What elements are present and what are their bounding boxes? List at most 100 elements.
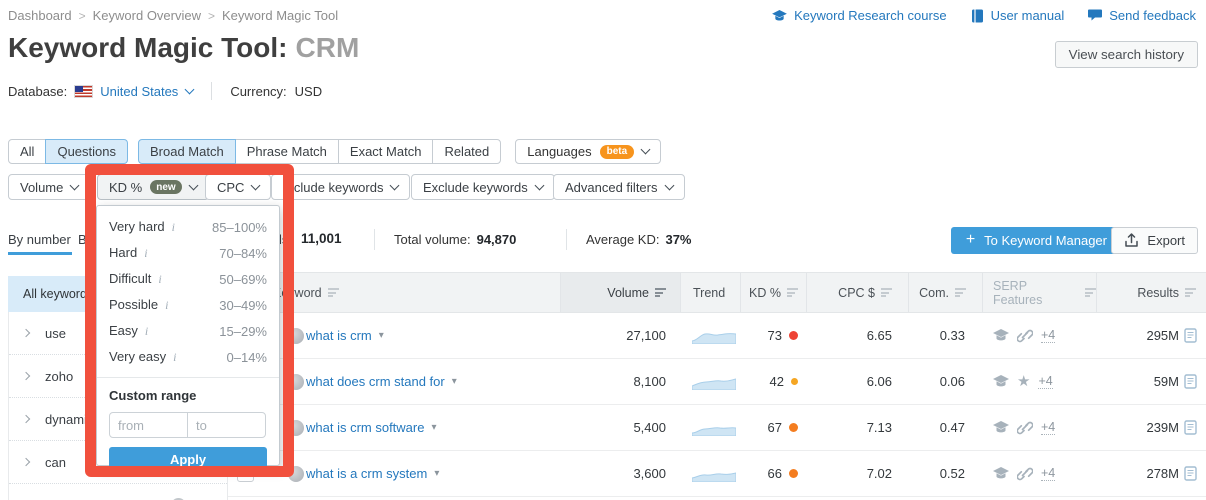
kd-option-easy[interactable]: Easyi 15–29%: [97, 318, 279, 344]
serp-features-cell: +4: [982, 451, 1096, 496]
kd-option-hard[interactable]: Hardi 70–84%: [97, 240, 279, 266]
keyword-research-course-link[interactable]: Keyword Research course: [772, 8, 946, 23]
info-icon[interactable]: i: [165, 298, 168, 313]
keyword-link[interactable]: what is crm: [306, 328, 372, 343]
column-header-keyword[interactable]: Keyword: [260, 273, 560, 312]
chevron-right-icon: [22, 329, 30, 337]
chevron-right-icon: [22, 372, 30, 380]
keyword-link[interactable]: what is a crm system: [306, 466, 427, 481]
trend-sparkline: [680, 359, 740, 404]
tab-broad-match[interactable]: Broad Match: [138, 139, 236, 164]
kd-option-very-hard[interactable]: Very hardi 85–100%: [97, 214, 279, 240]
kd-to-input[interactable]: [187, 412, 266, 438]
info-icon[interactable]: i: [145, 324, 148, 339]
database-label: Database:: [8, 84, 67, 99]
column-header-volume[interactable]: Volume: [560, 273, 680, 312]
kd-option-possible[interactable]: Possiblei 30–49%: [97, 292, 279, 318]
keywords-table: Keyword Volume Trend KD % CPC $ Com. SER…: [228, 272, 1206, 497]
trend-sparkline: [680, 313, 740, 358]
sitelinks-icon: [1017, 329, 1033, 343]
column-header-com[interactable]: Com.: [908, 273, 982, 312]
new-badge: new: [150, 180, 181, 194]
info-icon[interactable]: i: [173, 350, 176, 365]
serp-document-icon[interactable]: [1184, 420, 1197, 435]
tab-group-all-questions: All Questions: [8, 139, 128, 164]
chevron-right-icon: [22, 415, 30, 423]
include-keywords-filter-button[interactable]: Include keywords: [271, 174, 410, 200]
exclude-keywords-filter-button[interactable]: Exclude keywords: [411, 174, 555, 200]
apply-button[interactable]: Apply: [109, 447, 267, 472]
column-header-kd[interactable]: KD %: [740, 273, 806, 312]
column-header-results[interactable]: Results: [1096, 273, 1206, 312]
breadcrumb-keyword-magic-tool[interactable]: Keyword Magic Tool: [222, 8, 338, 23]
keyword-link[interactable]: what is crm software: [306, 420, 424, 435]
database-selector[interactable]: United States: [100, 84, 178, 99]
tab-phrase-match[interactable]: Phrase Match: [235, 139, 339, 164]
caret-down-icon[interactable]: ▾: [434, 468, 439, 479]
serp-more-count[interactable]: +4: [1041, 420, 1055, 435]
kd-option-difficult[interactable]: Difficulti 50–69%: [97, 266, 279, 292]
kd-difficulty-dot: [789, 469, 798, 478]
tab-all[interactable]: All: [8, 139, 46, 164]
serp-document-icon[interactable]: [1184, 328, 1197, 343]
chevron-down-icon[interactable]: [185, 84, 195, 94]
kd-filter-button[interactable]: KD % new: [97, 174, 209, 200]
send-feedback-link[interactable]: Send feedback: [1088, 8, 1196, 23]
row-circle: [288, 328, 304, 344]
sort-by-number-toggle[interactable]: By number: [8, 232, 71, 247]
kd-difficulty-dot: [791, 378, 798, 385]
breadcrumb-separator: >: [208, 9, 215, 23]
table-row: what is crm software ▾ 5,400 67 7.13 0.4…: [228, 405, 1206, 451]
sidebar-group-partial[interactable]: 535 +: [9, 484, 227, 500]
breadcrumb-keyword-overview[interactable]: Keyword Overview: [93, 8, 201, 23]
serp-more-count[interactable]: +4: [1038, 374, 1052, 389]
reviews-star-icon: ★: [1017, 374, 1030, 389]
com-value: 0.33: [908, 313, 982, 358]
cpc-value: 7.02: [806, 451, 908, 496]
keyword-link[interactable]: what does crm stand for: [306, 374, 445, 389]
tab-related[interactable]: Related: [432, 139, 501, 164]
total-volume-value: 94,870: [477, 232, 517, 247]
kd-from-input[interactable]: [109, 412, 188, 438]
languages-dropdown-button[interactable]: Languages beta: [515, 139, 661, 164]
caret-down-icon[interactable]: ▾: [431, 422, 436, 433]
caret-down-icon[interactable]: ▾: [452, 376, 457, 387]
column-header-cpc[interactable]: CPC $: [806, 273, 908, 312]
serp-document-icon[interactable]: [1184, 466, 1197, 481]
graduation-cap-icon: [993, 421, 1009, 434]
book-icon: [971, 9, 984, 23]
cpc-value: 6.06: [806, 359, 908, 404]
volume-filter-button[interactable]: Volume: [8, 174, 90, 200]
info-icon[interactable]: i: [144, 246, 147, 261]
tab-group-match-types: Broad Match Phrase Match Exact Match Rel…: [138, 139, 501, 164]
export-icon: [1124, 233, 1139, 248]
serp-more-count[interactable]: +4: [1041, 328, 1055, 343]
info-icon[interactable]: i: [158, 272, 161, 287]
beta-badge: beta: [600, 145, 635, 159]
currency-value: USD: [295, 84, 322, 99]
advanced-filters-button[interactable]: Advanced filters: [553, 174, 685, 200]
com-value: 0.47: [908, 405, 982, 450]
breadcrumb-dashboard[interactable]: Dashboard: [8, 8, 72, 23]
cpc-filter-button[interactable]: CPC: [205, 174, 271, 200]
to-keyword-manager-button[interactable]: + To Keyword Manager: [951, 227, 1122, 254]
sort-icon: [328, 288, 339, 297]
sitelinks-icon: [1017, 467, 1033, 481]
total-volume-stat: Total volume: 94,870: [394, 232, 516, 247]
tab-questions[interactable]: Questions: [45, 139, 128, 164]
tab-exact-match[interactable]: Exact Match: [338, 139, 434, 164]
caret-down-icon[interactable]: ▾: [379, 330, 384, 341]
column-header-trend: Trend: [680, 273, 740, 312]
kd-option-very-easy[interactable]: Very easyi 0–14%: [97, 344, 279, 370]
serp-more-count[interactable]: +4: [1041, 466, 1055, 481]
column-header-serp-features[interactable]: SERP Features: [982, 273, 1096, 312]
match-type-tabs: All Questions Broad Match Phrase Match E…: [8, 139, 661, 164]
average-kd-value: 37%: [665, 232, 691, 247]
serp-document-icon[interactable]: [1184, 374, 1197, 389]
export-button[interactable]: Export: [1111, 227, 1198, 254]
user-manual-link[interactable]: User manual: [971, 8, 1065, 23]
volume-value: 27,100: [560, 313, 680, 358]
view-search-history-button[interactable]: View search history: [1055, 41, 1198, 68]
info-icon[interactable]: i: [172, 220, 175, 235]
cpc-value: 7.13: [806, 405, 908, 450]
